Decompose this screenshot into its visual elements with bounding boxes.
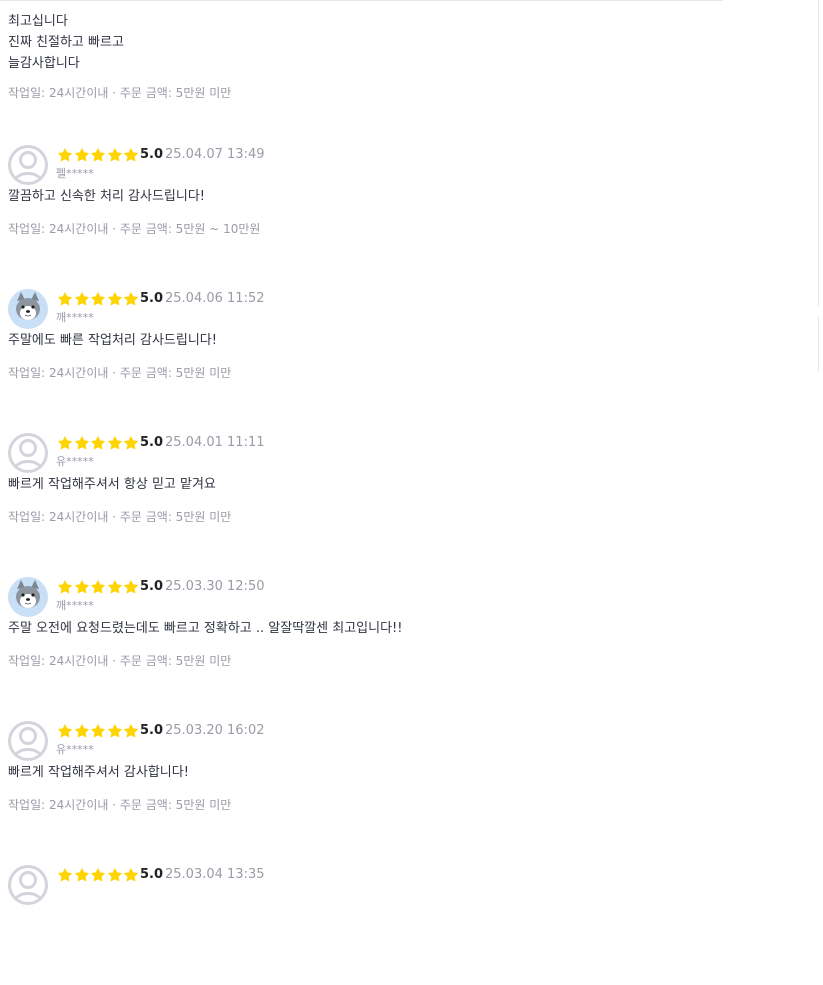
star-icon — [90, 147, 106, 162]
reviewer-nickname: 유***** — [56, 455, 94, 468]
star-rating — [57, 866, 140, 884]
star-icon — [74, 867, 89, 882]
review-meta: 작업일: 24시간이내 · 주문 금액: 5만원 미만 — [8, 86, 232, 100]
star-icon — [74, 147, 89, 162]
review-date: 25.04.06 11:52 — [165, 291, 265, 306]
star-icon — [107, 723, 122, 738]
rating-value: 5.0 — [140, 147, 164, 162]
review-text-line: 진짜 친절하고 빠르고 — [8, 35, 124, 50]
star-icon — [123, 147, 139, 162]
star-icon — [90, 723, 106, 738]
review-meta: 작업일: 24시간이내 · 주문 금액: 5만원 미만 — [8, 510, 232, 524]
review-meta: 작업일: 24시간이내 · 주문 금액: 5만원 ~ 10만원 — [8, 222, 261, 236]
review-text: 주말에도 빠른 작업처리 감사드립니다! — [8, 333, 217, 348]
star-icon — [123, 435, 139, 450]
star-icon — [123, 291, 139, 306]
right-panel-edge — [818, 0, 819, 306]
review-item: 5.0 25.04.01 11:11 유***** 빠르게 작업해주셔서 항상 믿고 … — [8, 433, 718, 553]
star-icon — [57, 723, 73, 738]
review-text-line: 늘감사합니다 — [8, 56, 80, 71]
review-item: 5.0 25.03.20 16:02 유***** 빠르게 작업해주셔서 감사합니다!… — [8, 721, 718, 841]
star-icon — [57, 435, 73, 450]
right-panel-edge — [818, 316, 819, 372]
star-icon — [57, 579, 73, 594]
star-icon — [90, 867, 106, 882]
rating-value: 5.0 — [140, 579, 164, 594]
review-item: 최고십니다 진짜 친절하고 빠르고 늘감사합니다 작업일: 24시간이내 · 주… — [8, 11, 718, 101]
review-date: 25.03.20 16:02 — [165, 723, 265, 738]
star-icon — [123, 723, 139, 738]
review-item: 5.0 25.04.07 13:49 펠***** 깔끔하고 신속한 처리 감사드립니… — [8, 145, 718, 265]
review-item: 5.0 25.04.06 11:52 깨***** 주말에도 빠른 작업처리 감사드립… — [8, 289, 718, 409]
star-icon — [107, 435, 122, 450]
review-date: 25.03.30 12:50 — [165, 579, 265, 594]
review-text-line: 최고십니다 — [8, 14, 68, 29]
star-icon — [57, 291, 73, 306]
review-item: 5.0 25.03.30 12:50 깨***** 주말 오전에 요청드렸는데도 빠르… — [8, 577, 718, 697]
review-meta: 작업일: 24시간이내 · 주문 금액: 5만원 미만 — [8, 366, 232, 380]
star-icon — [57, 147, 73, 162]
avatar-default-icon[interactable] — [8, 865, 48, 905]
avatar-wolf-icon[interactable] — [8, 289, 48, 329]
reviewer-nickname: 깨***** — [56, 599, 94, 612]
avatar-default-icon[interactable] — [8, 433, 48, 473]
star-icon — [74, 291, 89, 306]
star-icon — [57, 867, 73, 882]
star-icon — [74, 435, 89, 450]
star-icon — [74, 723, 89, 738]
star-rating — [57, 722, 140, 740]
star-rating — [57, 578, 140, 596]
star-icon — [107, 579, 122, 594]
reviewer-nickname: 펠***** — [56, 167, 94, 180]
rating-value: 5.0 — [140, 291, 164, 306]
rating-value: 5.0 — [140, 435, 164, 450]
star-icon — [123, 867, 139, 882]
star-icon — [90, 291, 106, 306]
avatar-wolf-icon[interactable] — [8, 577, 48, 617]
review-meta: 작업일: 24시간이내 · 주문 금액: 5만원 미만 — [8, 798, 232, 812]
star-icon — [123, 579, 139, 594]
review-text: 깔끔하고 신속한 처리 감사드립니다! — [8, 189, 206, 204]
star-icon — [107, 867, 122, 882]
review-meta: 작업일: 24시간이내 · 주문 금액: 5만원 미만 — [8, 654, 232, 668]
top-divider — [0, 0, 723, 1]
review-date: 25.04.01 11:11 — [165, 435, 265, 450]
avatar-default-icon[interactable] — [8, 721, 48, 761]
rating-value: 5.0 — [140, 867, 164, 882]
star-icon — [90, 435, 106, 450]
avatar-default-icon[interactable] — [8, 145, 48, 185]
review-text: 주말 오전에 요청드렸는데도 빠르고 정확하고 .. 알잘딱깔센 최고입니다!! — [8, 621, 403, 636]
review-date: 25.04.07 13:49 — [165, 147, 265, 162]
star-icon — [107, 147, 122, 162]
review-text: 빠르게 작업해주셔서 감사합니다! — [8, 765, 189, 780]
star-rating — [57, 434, 140, 452]
reviewer-nickname: 유***** — [56, 743, 94, 756]
star-icon — [90, 579, 106, 594]
review-item: 5.0 25.03.04 13:35 — [8, 865, 718, 985]
rating-value: 5.0 — [140, 723, 164, 738]
star-rating — [57, 290, 140, 308]
star-icon — [74, 579, 89, 594]
review-date: 25.03.04 13:35 — [165, 867, 265, 882]
reviewer-nickname: 깨***** — [56, 311, 94, 324]
review-text: 빠르게 작업해주셔서 항상 믿고 맡겨요 — [8, 477, 216, 492]
star-icon — [107, 291, 122, 306]
star-rating — [57, 146, 140, 164]
